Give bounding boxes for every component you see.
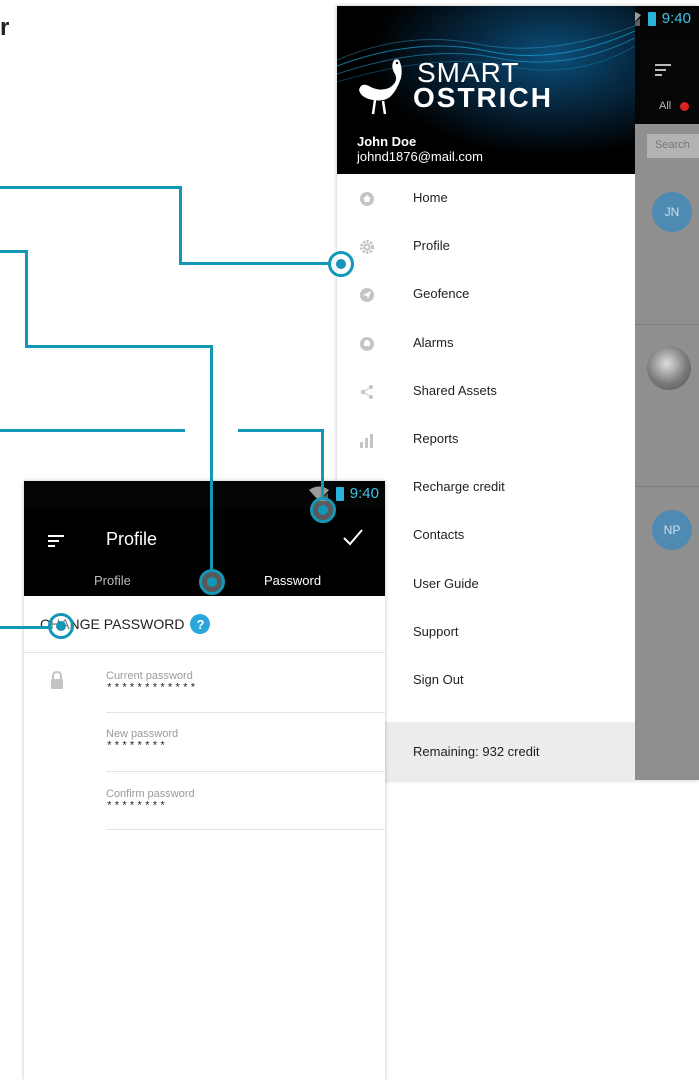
phone-drawer-screen: 9:40 All Search JN NP SMART OSTRICH John… bbox=[337, 6, 699, 780]
divider bbox=[635, 324, 699, 325]
menu-item-label: Support bbox=[413, 623, 459, 639]
screen-root: r 9:40 All Search JN NP SMART OSTRICH Jo… bbox=[0, 0, 699, 1080]
remaining-credit-text: Remaining: 932 credit bbox=[413, 744, 540, 759]
current-password-field[interactable]: Current password ************ bbox=[106, 670, 366, 695]
navigation-arrow-icon bbox=[360, 288, 374, 303]
field-label: Current password bbox=[106, 670, 193, 682]
drawer-header: SMART OSTRICH John Doe johnd1876@mail.co… bbox=[337, 6, 635, 174]
menu-item-alarms[interactable]: Alarms bbox=[337, 319, 635, 367]
field-label: Confirm password bbox=[106, 788, 195, 800]
save-check-icon[interactable] bbox=[342, 527, 364, 547]
callout-line bbox=[238, 429, 324, 432]
status-time: 9:40 bbox=[349, 485, 379, 502]
new-password-field[interactable]: New password ******** bbox=[106, 728, 366, 753]
menu-item-label: Geofence bbox=[413, 286, 470, 302]
home-icon bbox=[360, 192, 374, 206]
callout-line bbox=[0, 186, 182, 189]
background-screen: All Search JN NP bbox=[635, 34, 699, 780]
battery-icon bbox=[335, 486, 344, 501]
section-title-text: CHANGE PASSWORD bbox=[40, 616, 185, 632]
background-search-input: Search bbox=[647, 134, 699, 158]
menu-item-shared-assets[interactable]: Shared Assets bbox=[337, 367, 635, 415]
divider bbox=[106, 771, 385, 772]
field-value[interactable]: ******** bbox=[106, 801, 366, 813]
user-email: johnd1876@mail.com bbox=[357, 149, 483, 164]
menu-item-label: Home bbox=[413, 190, 448, 205]
field-value[interactable]: ******** bbox=[106, 741, 366, 753]
divider bbox=[635, 486, 699, 487]
confirm-password-field[interactable]: Confirm password ******** bbox=[106, 788, 366, 813]
menu-item-reports[interactable]: Reports bbox=[337, 415, 635, 463]
change-password-heading: CHANGE PASSWORD ? bbox=[40, 614, 211, 634]
gear-icon bbox=[360, 240, 374, 255]
partial-page-title: r bbox=[0, 14, 10, 41]
phone-profile-screen: 9:40 Profile Profile Password CHANGE PAS… bbox=[24, 481, 385, 1080]
alarm-icon bbox=[360, 336, 374, 351]
menu-item-label: Profile bbox=[413, 238, 450, 254]
share-icon bbox=[361, 384, 373, 399]
status-time: 9:40 bbox=[661, 10, 691, 27]
callout-line bbox=[0, 429, 185, 432]
menu-item-label: Reports bbox=[413, 430, 459, 446]
background-menu-icon bbox=[655, 64, 671, 79]
bar-chart-icon bbox=[360, 433, 373, 448]
callout-line bbox=[25, 345, 213, 348]
avatar: NP bbox=[652, 510, 692, 550]
callout-line bbox=[179, 186, 182, 265]
vehicle-photo-avatar bbox=[647, 346, 691, 390]
callout-line bbox=[25, 250, 28, 348]
background-tab-all: All bbox=[659, 100, 672, 112]
menu-item-label: Recharge credit bbox=[413, 479, 505, 495]
logo-text-ostrich: OSTRICH bbox=[413, 82, 553, 113]
divider bbox=[106, 829, 385, 830]
menu-item-label: User Guide bbox=[413, 575, 479, 591]
active-tab-indicator bbox=[205, 621, 385, 624]
menu-item-label: Shared Assets bbox=[413, 382, 497, 398]
menu-item-profile[interactable]: Profile bbox=[337, 222, 635, 270]
menu-item-home[interactable]: Home bbox=[337, 174, 635, 222]
notification-badge bbox=[680, 102, 689, 111]
status-bar: 9:40 bbox=[24, 481, 385, 509]
user-name: John Doe bbox=[357, 134, 417, 149]
menu-item-label: Contacts bbox=[413, 527, 465, 543]
tab-password[interactable]: Password bbox=[264, 573, 321, 588]
lock-icon bbox=[51, 671, 63, 689]
page-title: Profile bbox=[106, 529, 158, 549]
menu-icon[interactable] bbox=[48, 535, 64, 550]
divider bbox=[106, 712, 385, 713]
menu-item-label: Sign Out bbox=[413, 671, 464, 687]
avatar: JN bbox=[652, 192, 692, 232]
smart-ostrich-logo: SMART OSTRICH bbox=[355, 56, 553, 116]
ostrich-logo-icon bbox=[359, 59, 402, 115]
menu-item-geofence[interactable]: Geofence bbox=[337, 270, 635, 318]
menu-item-label: Alarms bbox=[413, 334, 454, 350]
field-value[interactable]: ************ bbox=[106, 683, 366, 695]
callout-line bbox=[0, 250, 28, 253]
wifi-icon bbox=[308, 486, 329, 501]
divider bbox=[24, 652, 385, 653]
help-icon[interactable]: ? bbox=[190, 614, 211, 634]
field-label: New password bbox=[106, 728, 179, 740]
app-bar: Profile Profile Password bbox=[24, 509, 385, 624]
tab-profile[interactable]: Profile bbox=[94, 573, 131, 588]
battery-icon bbox=[647, 11, 656, 26]
callout-line bbox=[179, 262, 329, 265]
